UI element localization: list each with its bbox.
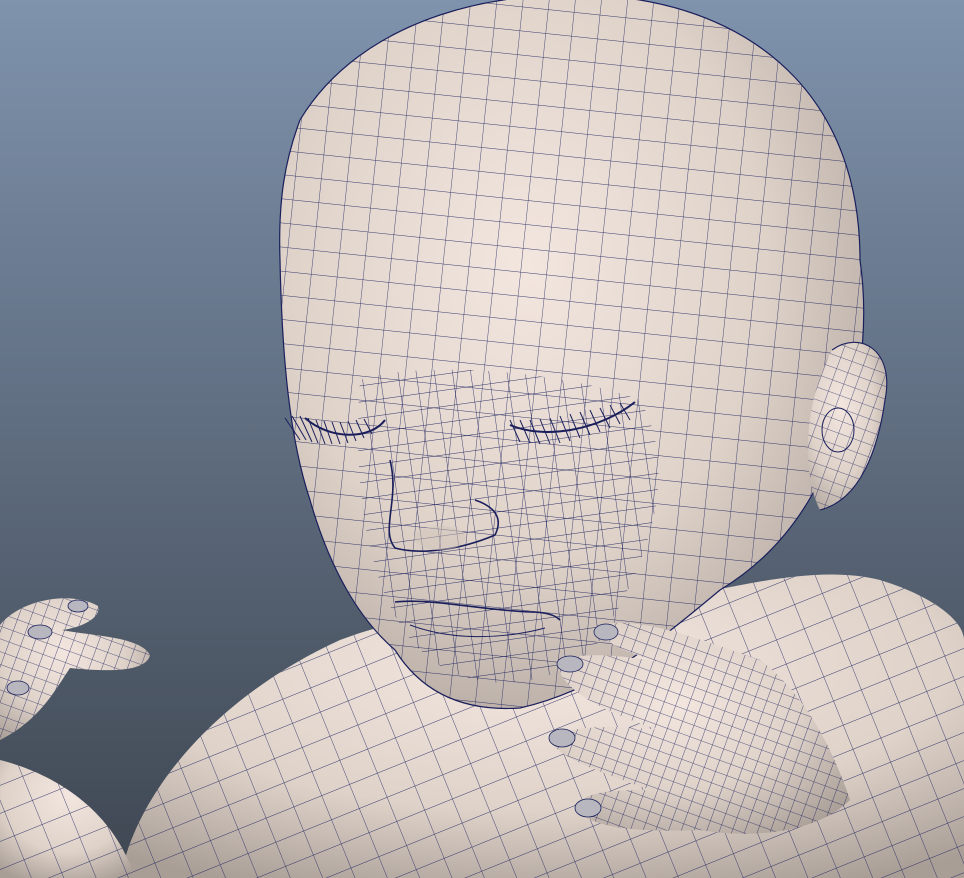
3d-viewport[interactable]	[0, 0, 964, 878]
baby-wireframe-model	[0, 0, 964, 878]
